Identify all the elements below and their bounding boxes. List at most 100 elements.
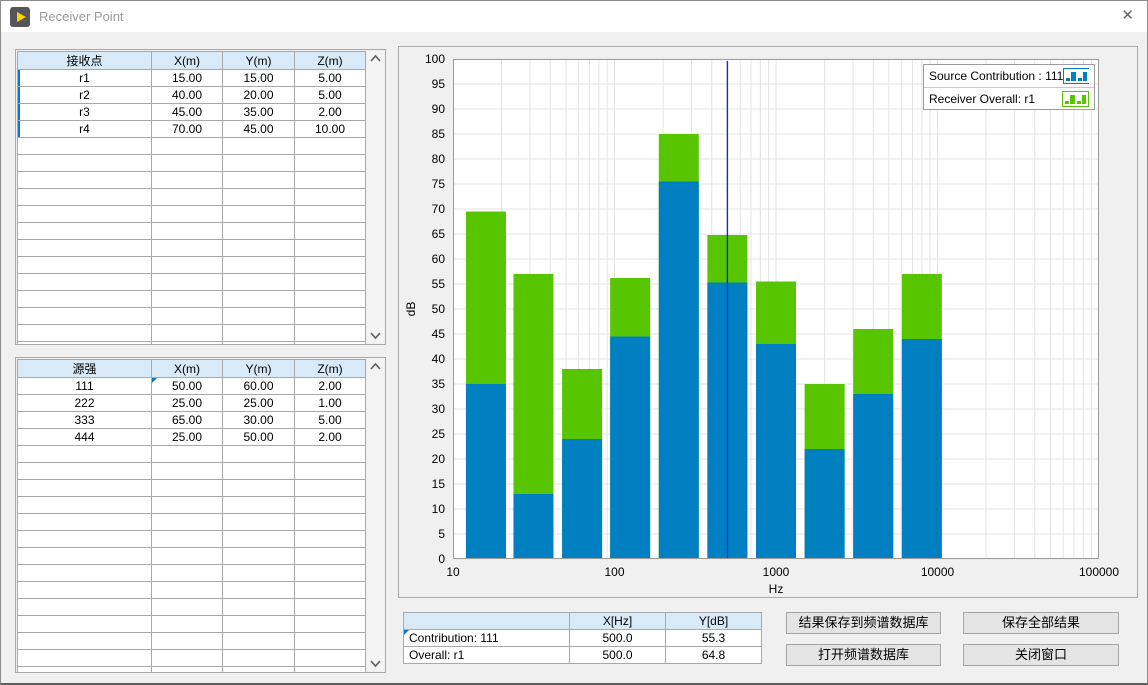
table-cell[interactable]: [18, 497, 152, 514]
table-cell[interactable]: [295, 633, 366, 650]
table-cell[interactable]: [18, 342, 152, 346]
table-cell[interactable]: 45.00: [152, 104, 223, 121]
save-results-to-spectrum-db-button[interactable]: 结果保存到频谱数据库: [786, 612, 941, 634]
table-cell[interactable]: Overall: r1: [404, 647, 570, 664]
table-cell[interactable]: [295, 616, 366, 633]
table-cell[interactable]: [152, 172, 223, 189]
table-cell[interactable]: [152, 342, 223, 346]
table-cell[interactable]: [152, 308, 223, 325]
receiver-table-scrollbar[interactable]: [367, 51, 384, 343]
open-spectrum-db-button[interactable]: 打开频谱数据库: [786, 644, 941, 666]
table-cell[interactable]: 20.00: [223, 87, 295, 104]
table-cell[interactable]: [295, 667, 366, 674]
scroll-down-icon[interactable]: [369, 331, 382, 340]
table-cell[interactable]: [295, 650, 366, 667]
table-cell[interactable]: [223, 257, 295, 274]
table-cell[interactable]: 500.0: [570, 647, 666, 664]
table-cell[interactable]: [152, 257, 223, 274]
table-cell[interactable]: [295, 514, 366, 531]
legend-item-contribution[interactable]: Source Contribution : 111: [924, 65, 1094, 87]
table-cell[interactable]: [295, 189, 366, 206]
table-cell[interactable]: [223, 325, 295, 342]
scroll-up-icon[interactable]: [369, 362, 382, 371]
table-cell[interactable]: 2.00: [295, 104, 366, 121]
scroll-down-icon[interactable]: [369, 659, 382, 668]
table-cell[interactable]: [223, 616, 295, 633]
table-cell[interactable]: [223, 650, 295, 667]
table-cell[interactable]: [223, 240, 295, 257]
table-cell[interactable]: 55.3: [666, 630, 762, 647]
table-cell[interactable]: [18, 155, 152, 172]
table-cell[interactable]: [152, 274, 223, 291]
table-cell[interactable]: [223, 138, 295, 155]
table-cell[interactable]: [152, 531, 223, 548]
table-cell[interactable]: 35.00: [223, 104, 295, 121]
source-table-scrollbar[interactable]: [367, 359, 384, 671]
table-cell[interactable]: [223, 667, 295, 674]
table-cell[interactable]: [18, 223, 152, 240]
table-cell[interactable]: [18, 257, 152, 274]
table-cell[interactable]: [18, 667, 152, 674]
close-icon[interactable]: ✕: [1121, 7, 1134, 25]
table-cell[interactable]: 222: [18, 395, 152, 412]
table-cell[interactable]: [223, 172, 295, 189]
table-cell[interactable]: [223, 599, 295, 616]
table-cell[interactable]: [223, 206, 295, 223]
table-cell[interactable]: [18, 325, 152, 342]
table-cell[interactable]: [18, 565, 152, 582]
table-cell[interactable]: [18, 291, 152, 308]
table-cell[interactable]: [295, 138, 366, 155]
table-cell[interactable]: r1: [18, 70, 152, 87]
table-cell[interactable]: [152, 325, 223, 342]
table-cell[interactable]: [18, 480, 152, 497]
table-cell[interactable]: [152, 497, 223, 514]
table-cell[interactable]: [18, 172, 152, 189]
table-cell[interactable]: [18, 582, 152, 599]
table-cell[interactable]: [295, 206, 366, 223]
table-cell[interactable]: 111: [18, 378, 152, 395]
table-cell[interactable]: [295, 155, 366, 172]
table-cell[interactable]: [295, 240, 366, 257]
table-cell[interactable]: [295, 308, 366, 325]
table-cell[interactable]: [223, 446, 295, 463]
table-cell[interactable]: [18, 514, 152, 531]
table-cell[interactable]: [18, 274, 152, 291]
table-cell[interactable]: [295, 446, 366, 463]
table-cell[interactable]: [152, 599, 223, 616]
table-cell[interactable]: 25.00: [152, 429, 223, 446]
table-cell[interactable]: 64.8: [666, 647, 762, 664]
table-cell[interactable]: [295, 599, 366, 616]
table-cell[interactable]: [152, 446, 223, 463]
table-cell[interactable]: [18, 240, 152, 257]
table-cell[interactable]: 10.00: [295, 121, 366, 138]
table-cell[interactable]: [152, 240, 223, 257]
table-cell[interactable]: [295, 565, 366, 582]
table-cell[interactable]: [152, 667, 223, 674]
table-cell[interactable]: [152, 582, 223, 599]
table-cell[interactable]: [18, 463, 152, 480]
table-cell[interactable]: 25.00: [223, 395, 295, 412]
table-cell[interactable]: [223, 274, 295, 291]
table-cell[interactable]: [295, 257, 366, 274]
table-cell[interactable]: 25.00: [152, 395, 223, 412]
table-cell[interactable]: [152, 189, 223, 206]
table-cell[interactable]: [152, 514, 223, 531]
table-cell[interactable]: [295, 172, 366, 189]
table-cell[interactable]: [223, 633, 295, 650]
table-cell[interactable]: [152, 616, 223, 633]
table-cell[interactable]: [295, 582, 366, 599]
table-cell[interactable]: [18, 308, 152, 325]
table-cell[interactable]: 40.00: [152, 87, 223, 104]
table-cell[interactable]: [223, 531, 295, 548]
table-cell[interactable]: [223, 480, 295, 497]
table-cell[interactable]: [18, 446, 152, 463]
table-cell[interactable]: r2: [18, 87, 152, 104]
table-cell[interactable]: 15.00: [152, 70, 223, 87]
table-cell[interactable]: 5.00: [295, 70, 366, 87]
table-cell[interactable]: [223, 497, 295, 514]
table-cell[interactable]: [223, 342, 295, 346]
table-cell[interactable]: r4: [18, 121, 152, 138]
table-cell[interactable]: Contribution: 111: [404, 630, 570, 647]
table-cell[interactable]: [152, 155, 223, 172]
table-cell[interactable]: 45.00: [223, 121, 295, 138]
